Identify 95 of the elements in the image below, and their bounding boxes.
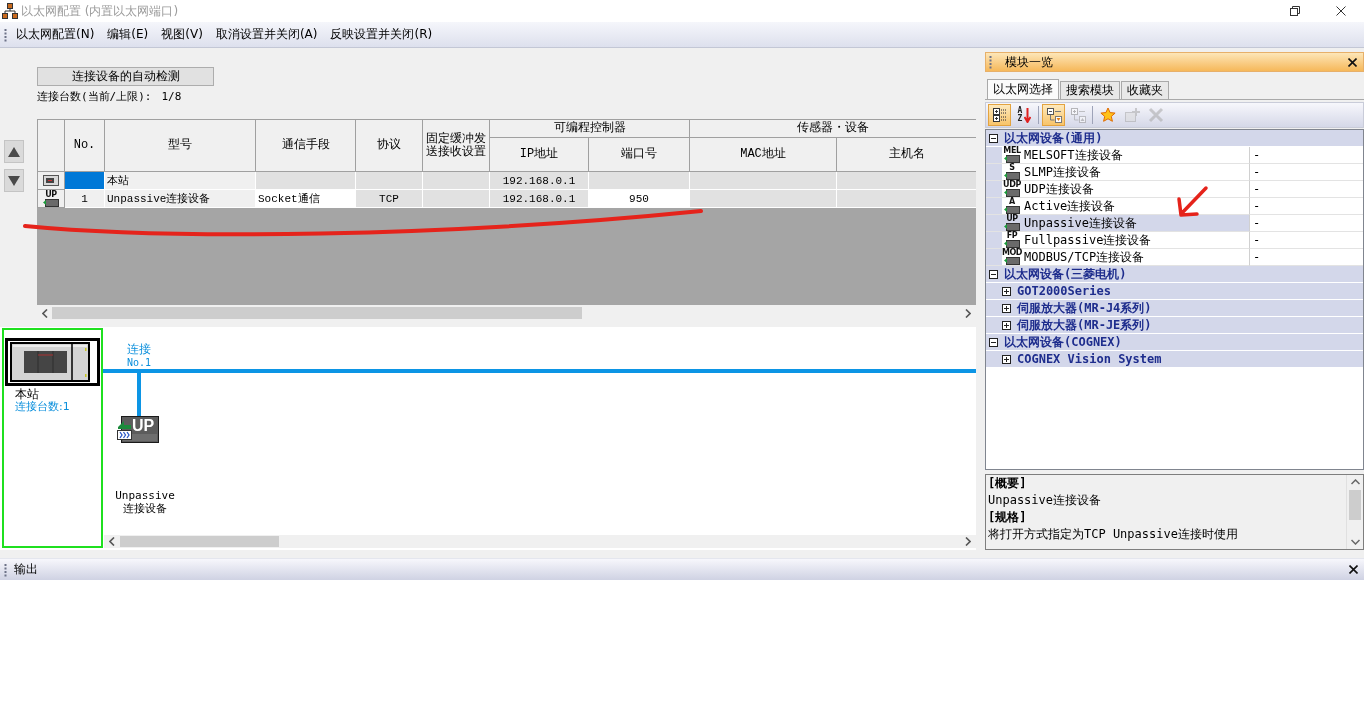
collapse-icon[interactable] <box>989 269 998 279</box>
table-cell: - <box>1253 148 1261 162</box>
station-label: 本站 <box>15 388 39 401</box>
tree-item[interactable]: 以太网设备(通用) <box>986 130 1363 147</box>
section-heading: [概要] <box>988 475 1027 492</box>
table-cell: - <box>1253 199 1261 213</box>
horizontal-scrollbar[interactable] <box>104 535 976 548</box>
section-heading: [规格] <box>988 509 1027 526</box>
delete-icon <box>1147 107 1164 123</box>
move-up-button[interactable] <box>4 140 24 163</box>
column-group-header: 传感器・设备 <box>689 119 976 138</box>
connection-number: No.1 <box>127 357 152 368</box>
grip-handle[interactable] <box>4 27 7 42</box>
add-icon <box>1123 107 1140 123</box>
triangle-down-icon <box>8 175 20 186</box>
scroll-down-icon[interactable] <box>1350 539 1360 545</box>
tab[interactable]: 以太网选择 <box>987 79 1059 99</box>
column-header: 通信手段 <box>255 119 356 172</box>
tree-item[interactable]: UP Unpassive连接设备 <box>986 215 1250 232</box>
expand-icon[interactable] <box>1002 303 1011 313</box>
collapse-all-icon <box>1069 107 1086 123</box>
menu-item[interactable]: 取消设置并关闭(A) <box>212 25 321 44</box>
column-header: No. <box>64 119 105 172</box>
tree-item[interactable]: GOT2000Series <box>986 283 1363 300</box>
table-cell: - <box>1253 216 1261 230</box>
restore-icon[interactable] <box>1290 6 1300 16</box>
scroll-right-icon[interactable] <box>965 308 971 318</box>
tree-item[interactable]: 伺服放大器(MR-J4系列) <box>986 300 1363 317</box>
tree-item[interactable]: 伺服放大器(MR-JE系列) <box>986 317 1363 334</box>
device-label: Unpassive连接设备 <box>114 489 176 515</box>
tree-item[interactable]: 以太网设备(三菱电机) <box>986 266 1363 283</box>
menu-item[interactable]: 视图(V) <box>158 25 206 44</box>
description-text: 将打开方式指定为TCP Unpassive连接时使用 <box>988 526 1238 543</box>
tree-item[interactable]: S SLMP连接设备 <box>986 164 1250 181</box>
tree-item[interactable]: A Active连接设备 <box>986 198 1250 215</box>
grip-handle[interactable] <box>989 55 992 69</box>
close-icon[interactable] <box>1348 57 1357 67</box>
expand-icon[interactable] <box>1002 320 1011 330</box>
arrow-annotation <box>1176 185 1209 218</box>
panel-title: 输出 <box>14 561 38 578</box>
expand-all-button[interactable] <box>1042 104 1065 126</box>
star-icon <box>1099 107 1116 123</box>
vertical-scrollbar[interactable] <box>1346 475 1363 549</box>
station-connection-count: 连接台数:1 <box>15 401 70 413</box>
table-cell: - <box>1253 165 1261 179</box>
scroll-up-icon[interactable] <box>1350 479 1360 485</box>
scroll-left-icon[interactable] <box>109 537 115 546</box>
close-icon[interactable] <box>1336 6 1346 16</box>
menu-item[interactable]: 编辑(E) <box>104 25 152 44</box>
tree-view-icon <box>991 107 1008 123</box>
scrollbar-thumb[interactable] <box>120 536 279 547</box>
panel-title: 模块一览 <box>1005 53 1053 71</box>
description-text: Unpassive连接设备 <box>988 492 1102 509</box>
table-cell: - <box>1253 233 1261 247</box>
tree-item[interactable]: UDP UDP连接设备 <box>986 181 1250 198</box>
table-cell: - <box>1253 250 1261 264</box>
triangle-up-icon <box>8 146 20 157</box>
menu-item[interactable]: 反映设置并关闭(R) <box>327 25 436 44</box>
tree-item[interactable]: MEL MELSOFT连接设备 <box>986 147 1250 164</box>
close-icon[interactable] <box>1349 565 1358 574</box>
station-icon <box>43 175 59 187</box>
network-icon <box>2 3 18 19</box>
tab[interactable]: 搜索模块 <box>1060 81 1120 99</box>
connection-label: 连接 <box>127 343 151 356</box>
expand-icon[interactable] <box>1002 354 1011 364</box>
expand-icon[interactable] <box>1002 286 1011 296</box>
grip-handle[interactable] <box>4 562 7 577</box>
tree-item[interactable]: 以太网设备(COGNEX) <box>986 334 1363 351</box>
table-cell: - <box>1253 182 1261 196</box>
expand-all-icon <box>1045 107 1062 123</box>
tab[interactable]: 收藏夹 <box>1121 81 1169 99</box>
scrollbar-thumb[interactable] <box>52 307 582 319</box>
move-down-button[interactable] <box>4 169 24 192</box>
tree-item[interactable]: FP Fullpassive连接设备 <box>986 232 1250 249</box>
column-header: MAC地址 <box>689 137 837 172</box>
column-header: 主机名 <box>836 137 976 172</box>
scrollbar-thumb[interactable] <box>1349 490 1361 520</box>
scroll-right-icon[interactable] <box>965 537 971 546</box>
menu-item[interactable]: 以太网配置(N) <box>13 25 98 44</box>
column-header: 协议 <box>355 119 423 172</box>
collapse-icon[interactable] <box>989 337 998 347</box>
column-group-header: 可编程控制器 <box>489 119 690 138</box>
scroll-left-icon[interactable] <box>42 308 48 318</box>
connection-count-label: 连接台数(当前/上限): <box>37 90 152 104</box>
column-header: 固定缓冲发送接收设置 <box>422 119 490 172</box>
window-title: 以太网配置 (内置以太网端口) <box>21 2 179 20</box>
column-header: IP地址 <box>489 137 589 172</box>
tree-item[interactable]: COGNEX Vision System <box>986 351 1363 368</box>
auto-detect-button[interactable]: 连接设备的自动检测 <box>37 67 214 86</box>
connection-count-value: 1/8 <box>161 90 182 104</box>
column-header: 型号 <box>104 119 256 172</box>
tree-view-button[interactable] <box>988 104 1011 126</box>
column-header: 端口号 <box>588 137 690 172</box>
station-node[interactable] <box>5 338 100 386</box>
collapse-icon[interactable] <box>989 133 998 143</box>
